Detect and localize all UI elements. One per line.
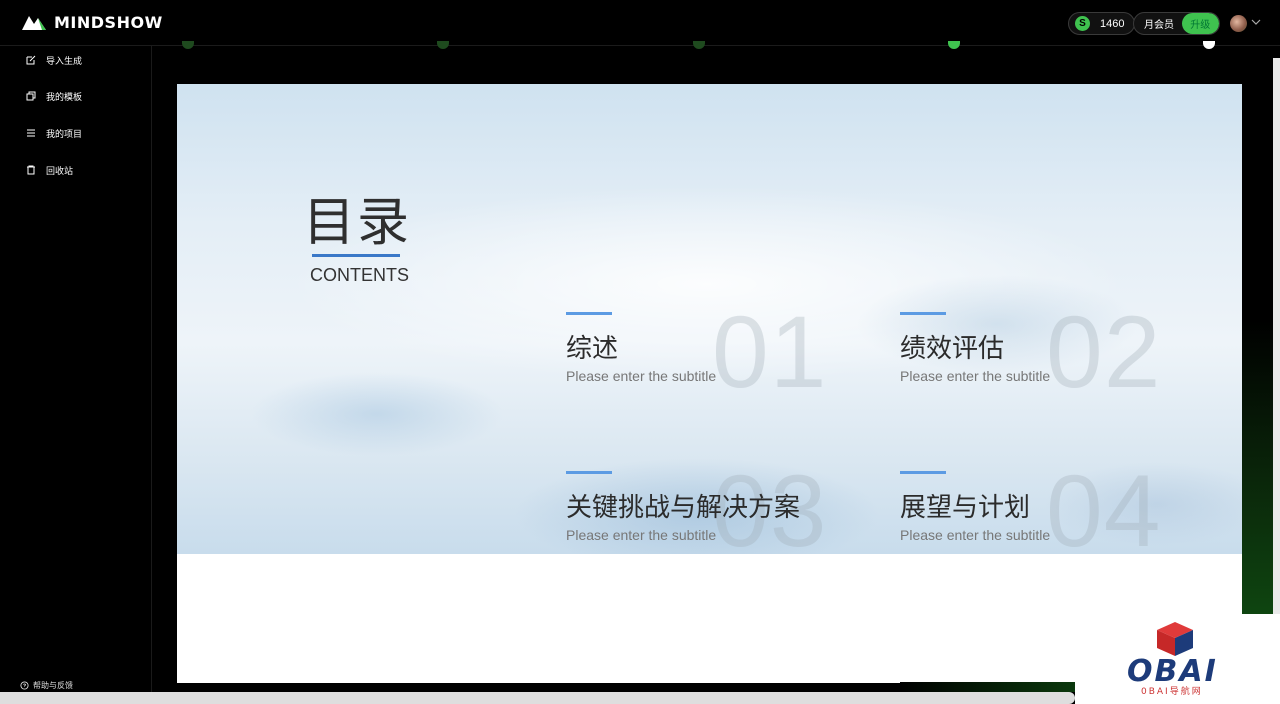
title-underline bbox=[312, 254, 400, 257]
vertical-scrollbar[interactable] bbox=[1273, 58, 1280, 688]
cube-logo-icon bbox=[1157, 622, 1193, 656]
list-icon bbox=[27, 129, 35, 137]
background-glow bbox=[1242, 320, 1276, 614]
contents-label: CONTENTS bbox=[310, 265, 409, 285]
slide-canvas[interactable]: 目录 CONTENTS 01 综述 Please enter the subti… bbox=[177, 84, 1242, 554]
top-header: MINDSHOW S 1460 月会员 升级 bbox=[0, 0, 1280, 46]
sidebar-item-import[interactable]: 导入生成 bbox=[26, 52, 82, 68]
toc-item-bar bbox=[900, 471, 946, 474]
toc-item: 03 关键挑战与解决方案 Please enter the subtitle bbox=[566, 454, 866, 554]
upgrade-button[interactable]: 升级 bbox=[1181, 13, 1219, 34]
sidebar-item-templates[interactable]: 我的模板 bbox=[26, 88, 82, 104]
toc-item-bar bbox=[900, 312, 946, 315]
toc-item: 04 展望与计划 Please enter the subtitle bbox=[900, 454, 1200, 554]
template-icon bbox=[26, 91, 36, 101]
watermark-subtitle: 0BAI导航网 bbox=[1141, 687, 1203, 697]
member-label: 月会员 bbox=[1144, 20, 1174, 31]
toc-item-number: 04 bbox=[1046, 454, 1162, 554]
slide-title: 目录 bbox=[303, 193, 412, 253]
toc-item-subtitle: Please enter the subtitle bbox=[566, 527, 717, 543]
help-feedback-link[interactable]: 帮助与反馈 bbox=[20, 680, 73, 691]
toc-item-bar bbox=[566, 312, 612, 315]
avatar[interactable] bbox=[1230, 15, 1247, 32]
toc-item: 01 综述 Please enter the subtitle bbox=[566, 295, 866, 409]
membership-pill: 月会员 升级 bbox=[1133, 12, 1220, 35]
chevron-down-icon[interactable] bbox=[1251, 17, 1261, 27]
toc-item-label: 综述 bbox=[566, 334, 619, 364]
help-label: 帮助与反馈 bbox=[33, 681, 73, 690]
import-icon bbox=[26, 55, 36, 65]
toc-item-subtitle: Please enter the subtitle bbox=[900, 368, 1051, 384]
sidebar-item-label: 我的模板 bbox=[46, 92, 83, 103]
sidebar-item-label: 回收站 bbox=[46, 166, 74, 177]
toc-item-number: 01 bbox=[712, 295, 828, 409]
brand-logo[interactable]: MINDSHOW bbox=[20, 12, 163, 32]
toc-item-number: 02 bbox=[1046, 295, 1162, 409]
horizontal-scrollbar[interactable] bbox=[0, 692, 1075, 704]
toc-item: 02 绩效评估 Please enter the subtitle bbox=[900, 295, 1200, 409]
coin-balance[interactable]: S 1460 bbox=[1068, 12, 1136, 35]
help-icon bbox=[20, 681, 29, 690]
sidebar-item-projects[interactable]: 我的项目 bbox=[26, 125, 82, 141]
sidebar-item-label: 导入生成 bbox=[46, 56, 83, 67]
coin-icon: S bbox=[1075, 16, 1090, 31]
toc-item-label: 关键挑战与解决方案 bbox=[566, 493, 801, 523]
sidebar-item-trash[interactable]: 回收站 bbox=[26, 162, 73, 178]
toc-item-label: 绩效评估 bbox=[900, 334, 1005, 364]
slide-preview-card: 目录 CONTENTS 01 综述 Please enter the subti… bbox=[177, 84, 1242, 683]
toc-item-bar bbox=[566, 471, 612, 474]
toc-item-label: 展望与计划 bbox=[900, 493, 1031, 523]
coin-count: 1460 bbox=[1100, 17, 1125, 30]
trash-icon bbox=[27, 165, 35, 175]
brand-name: MINDSHOW bbox=[54, 12, 163, 32]
watermark: OBAI 0BAI导航网 bbox=[1075, 614, 1280, 704]
toc-item-subtitle: Please enter the subtitle bbox=[566, 368, 717, 384]
sidebar-item-label: 我的项目 bbox=[46, 129, 83, 140]
mindshow-logo-icon bbox=[22, 16, 46, 30]
toc-item-subtitle: Please enter the subtitle bbox=[900, 527, 1051, 543]
sidebar: 导入生成 我的模板 我的项目 回收站 bbox=[0, 46, 152, 696]
background-glow-bottom bbox=[900, 682, 1080, 692]
